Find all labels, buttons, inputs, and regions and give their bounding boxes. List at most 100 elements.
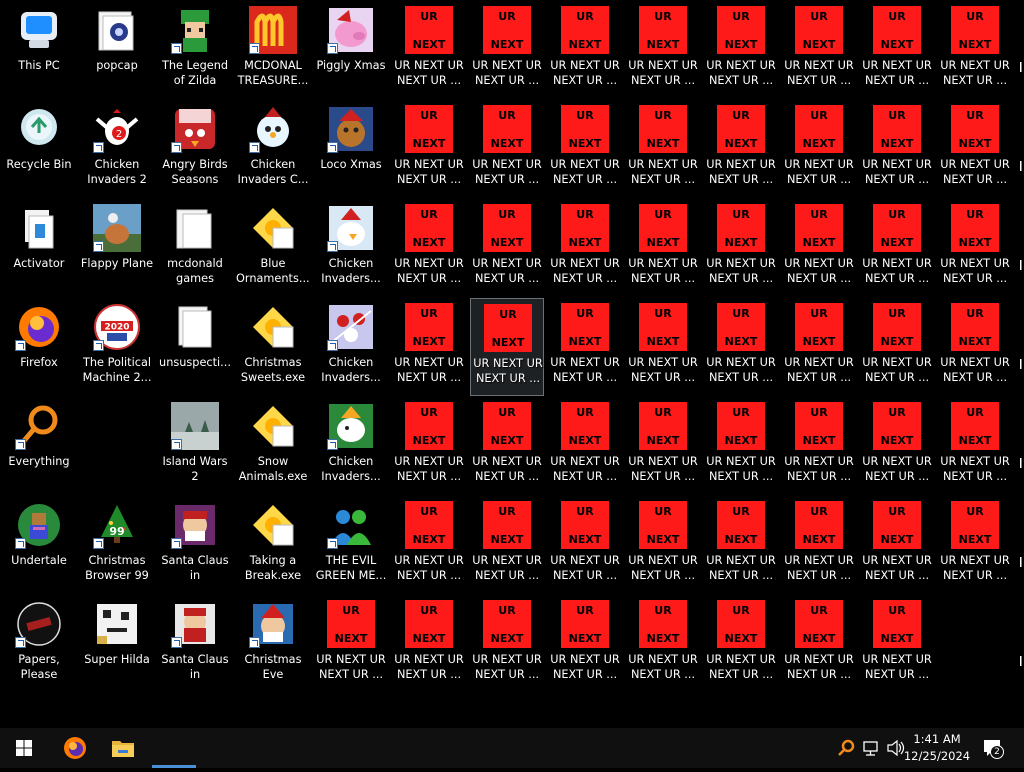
desktop-icon-activator[interactable]: Activator bbox=[2, 199, 76, 297]
desktop-icon-firefox[interactable]: Firefox bbox=[2, 298, 76, 396]
desktop-icon-ur-next[interactable]: UR NEXT UR NEXT UR NEXT UR ... bbox=[782, 1, 856, 99]
desktop-icon-piggly-xmas[interactable]: Piggly Xmas bbox=[314, 1, 388, 99]
desktop-icon-santa-claus-trouble-again[interactable]: Santa Claus in Trouble... A... bbox=[158, 595, 232, 693]
desktop-icon-ur-next[interactable]: UR NEXT UR NEXT UR NEXT UR ... bbox=[392, 100, 466, 198]
taskbar-firefox[interactable] bbox=[52, 728, 98, 768]
desktop-icon-ur-next[interactable]: UR NEXT UR NEXT UR NEXT UR ... bbox=[938, 397, 1012, 495]
desktop-icon-ur-next[interactable]: UR NEXT UR NEXT UR NEXT UR ... bbox=[626, 496, 700, 594]
desktop-icon-loco-xmas[interactable]: Loco Xmas bbox=[314, 100, 388, 198]
desktop-icon-ur-next[interactable]: UR NEXT UR NEXT UR NEXT UR ... bbox=[392, 397, 466, 495]
desktop-icon-evil-green-messenger[interactable]: THE EVIL GREEN ME... bbox=[314, 496, 388, 594]
tray-network[interactable] bbox=[860, 728, 882, 768]
desktop-icon-ur-next[interactable]: UR NEXT UR NEXT UR NEXT UR ... bbox=[392, 199, 466, 297]
desktop-icon-undertale[interactable]: Undertale bbox=[2, 496, 76, 594]
desktop-icon-ur-next[interactable]: UR NEXT UR NEXT UR NEXT UR ... bbox=[938, 496, 1012, 594]
start-button[interactable] bbox=[0, 728, 48, 768]
desktop-icon-ur-next[interactable]: UR NEXT UR NEXT UR NEXT UR ... bbox=[626, 397, 700, 495]
desktop-icon-ur-next[interactable]: UR NEXT UR NEXT UR NEXT UR ... bbox=[704, 397, 778, 495]
desktop-icon-ur-next[interactable]: UR NEXT UR NEXT UR NEXT UR ... bbox=[470, 397, 544, 495]
desktop-icon-chicken-invaders-christmas[interactable]: Chicken Invaders C... bbox=[236, 100, 310, 198]
desktop-icon-ur-next[interactable]: UR NEXT UR NEXT UR NEXT UR ... bbox=[470, 496, 544, 594]
desktop-icon-ur-next[interactable]: UR NEXT UR NEXT UR NEXT UR ... bbox=[548, 397, 622, 495]
desktop-icon-ur-next[interactable]: UR NEXT UR NEXT UR NEXT UR ... bbox=[548, 199, 622, 297]
desktop-icon-ur-next[interactable]: UR NEXT UR NEXT UR NEXT UR ... bbox=[782, 595, 856, 693]
desktop-icon-ur-next[interactable]: UR NEXT UR NEXT UR NEXT UR ... bbox=[392, 595, 466, 693]
desktop-icon-ur-next[interactable]: UR NEXT UR NEXT UR NEXT UR ... bbox=[626, 595, 700, 693]
desktop-icon-ur-next[interactable]: UR NEXT UR NEXT UR NEXT UR ... bbox=[704, 100, 778, 198]
action-center-button[interactable]: 2 bbox=[978, 728, 1008, 768]
taskbar-file-explorer[interactable] bbox=[100, 728, 146, 768]
desktop-icon-chicken-invaders-4[interactable]: Chicken Invaders... bbox=[314, 298, 388, 396]
desktop-icon-ur-next[interactable]: UR NEXT UR NEXT UR NEXT UR ... bbox=[470, 100, 544, 198]
desktop-icon-ur-next[interactable]: UR NEXT UR NEXT UR NEXT UR ... bbox=[470, 199, 544, 297]
desktop-icon-ur-next[interactable]: UR NEXT UR NEXT UR NEXT UR ... bbox=[704, 199, 778, 297]
desktop-icon-christmas-browser[interactable]: 99 Christmas Browser 99 bbox=[80, 496, 154, 594]
desktop-icon-ur-next[interactable]: UR NEXT UR NEXT UR NEXT UR ... bbox=[938, 199, 1012, 297]
desktop-icon-recycle-bin[interactable]: Recycle Bin bbox=[2, 100, 76, 198]
desktop-icon-ur-next[interactable]: UR NEXT UR NEXT UR NEXT UR ... bbox=[548, 1, 622, 99]
desktop-icon-ur-next[interactable]: UR NEXT UR NEXT UR NEXT UR ... bbox=[782, 397, 856, 495]
desktop-icon-ur-next[interactable]: UR NEXT UR NEXT UR NEXT UR ... bbox=[704, 1, 778, 99]
desktop-icon-ur-next[interactable]: UR NEXT UR NEXT UR NEXT UR ... bbox=[392, 298, 466, 396]
desktop-icon-snow-animals-exe[interactable]: Snow Animals.exe bbox=[236, 397, 310, 495]
desktop-icon-everything-search[interactable]: Everything bbox=[2, 397, 76, 495]
desktop-icon-legend-of-zilda[interactable]: The Legend of Zilda bbox=[158, 1, 232, 99]
desktop-icon-ur-next[interactable]: UR NEXT UR NEXT UR NEXT UR ... bbox=[782, 496, 856, 594]
desktop-icon-ur-next[interactable]: UR NEXT UR NEXT UR NEXT UR ... bbox=[938, 1, 1012, 99]
desktop[interactable]: This PC Recycle Bin Activator Firefox Everyt… bbox=[0, 0, 1024, 728]
desktop-icon-christmas-sweets-exe[interactable]: Christmas Sweets.exe bbox=[236, 298, 310, 396]
desktop-icon-ur-next[interactable]: UR NEXT UR NEXT UR NEXT UR ... bbox=[860, 100, 934, 198]
desktop-icon-ur-next[interactable]: UR NEXT UR NEXT UR NEXT UR ... bbox=[626, 199, 700, 297]
desktop-icon-ur-next[interactable]: UR NEXT UR NEXT UR NEXT UR ... bbox=[938, 298, 1012, 396]
desktop-icon-santa-claus-trouble[interactable]: Santa Claus in Trouble bbox=[158, 496, 232, 594]
desktop-icon-ur-next[interactable]: UR NEXT UR NEXT UR NEXT UR ... bbox=[392, 1, 466, 99]
desktop-icon-ur-next[interactable]: UR NEXT UR NEXT UR NEXT UR ... bbox=[470, 298, 544, 396]
desktop-icon-ur-next[interactable]: UR NEXT UR NEXT UR NEXT UR ... bbox=[626, 100, 700, 198]
desktop-icon-label: UR NEXT UR NEXT UR ... bbox=[628, 653, 698, 681]
desktop-icon-super-hilda[interactable]: Super Hilda bbox=[80, 595, 154, 693]
desktop-icon-ur-next[interactable]: UR NEXT UR NEXT UR NEXT UR ... bbox=[548, 100, 622, 198]
desktop-icon-ur-next[interactable]: UR NEXT UR NEXT UR NEXT UR ... bbox=[470, 595, 544, 693]
desktop-icon-taking-a-break-exe[interactable]: Taking a Break.exe bbox=[236, 496, 310, 594]
desktop-icon-angry-birds-seasons[interactable]: Angry Birds Seasons bbox=[158, 100, 232, 198]
tray-everything[interactable] bbox=[836, 728, 858, 768]
desktop-icon-papers-please[interactable]: Papers, Please bbox=[2, 595, 76, 693]
desktop-icon-ur-next[interactable]: UR NEXT UR NEXT UR NEXT UR ... bbox=[548, 496, 622, 594]
desktop-icon-unsuspecting-file[interactable]: unsuspecti... bbox=[158, 298, 232, 396]
desktop-icon-ur-next[interactable]: UR NEXT UR NEXT UR NEXT UR ... bbox=[860, 199, 934, 297]
desktop-icon-ur-next[interactable]: UR NEXT UR NEXT UR NEXT UR ... bbox=[314, 595, 388, 693]
desktop-icon-ur-next[interactable]: UR NEXT UR NEXT UR NEXT UR ... bbox=[392, 496, 466, 594]
ur-next-icon-bottom-text: NEXT bbox=[568, 533, 602, 546]
desktop-icon-chicken-invaders-3[interactable]: Chicken Invaders... bbox=[314, 199, 388, 297]
desktop-icon-ur-next[interactable]: UR NEXT UR NEXT UR NEXT UR ... bbox=[860, 397, 934, 495]
desktop-icon-ur-next[interactable]: UR NEXT UR NEXT UR NEXT UR ... bbox=[470, 1, 544, 99]
desktop-icon-ur-next[interactable]: UR NEXT UR NEXT UR NEXT UR ... bbox=[704, 298, 778, 396]
desktop-icon-ur-next[interactable]: UR NEXT UR NEXT UR NEXT UR ... bbox=[938, 100, 1012, 198]
desktop-icon-ur-next[interactable]: UR NEXT UR NEXT UR NEXT UR ... bbox=[860, 496, 934, 594]
desktop-icon-blue-ornaments-exe[interactable]: Blue Ornaments.... bbox=[236, 199, 310, 297]
desktop-icon-flappy-plane[interactable]: Flappy Plane bbox=[80, 199, 154, 297]
desktop-icon-ur-next[interactable]: UR NEXT UR NEXT UR NEXT UR ... bbox=[548, 595, 622, 693]
desktop-icon-ur-next[interactable]: UR NEXT UR NEXT UR NEXT UR ... bbox=[860, 1, 934, 99]
desktop-icon-ur-next[interactable]: UR NEXT UR NEXT UR NEXT UR ... bbox=[626, 1, 700, 99]
desktop-icon-christmas-eve-crisis[interactable]: Christmas Eve Crisis bbox=[236, 595, 310, 693]
desktop-icon-political-machine[interactable]: 2020 The Political Machine 2... bbox=[80, 298, 154, 396]
desktop-icon-ur-next[interactable]: UR NEXT UR NEXT UR NEXT UR ... bbox=[860, 298, 934, 396]
desktop-icon-island-wars[interactable]: Island Wars 2 Xmas bbox=[158, 397, 232, 495]
desktop-icon-popcap-folder[interactable]: popcap bbox=[80, 1, 154, 99]
taskbar-clock[interactable]: 1:41 AM 12/25/2024 bbox=[902, 731, 972, 765]
desktop-icon-chicken-invaders-5[interactable]: Chicken Invaders... bbox=[314, 397, 388, 495]
desktop-icon-ur-next[interactable]: UR NEXT UR NEXT UR NEXT UR ... bbox=[782, 100, 856, 198]
desktop-icon-ur-next[interactable]: UR NEXT UR NEXT UR NEXT UR ... bbox=[626, 298, 700, 396]
desktop-icon-ur-next[interactable]: UR NEXT UR NEXT UR NEXT UR ... bbox=[782, 199, 856, 297]
desktop-icon-ur-next[interactable]: UR NEXT UR NEXT UR NEXT UR ... bbox=[548, 298, 622, 396]
desktop-icon-ur-next[interactable]: UR NEXT UR NEXT UR NEXT UR ... bbox=[860, 595, 934, 693]
desktop-icon-ur-next[interactable]: UR NEXT UR NEXT UR NEXT UR ... bbox=[704, 496, 778, 594]
desktop-icon-ur-next[interactable]: UR NEXT UR NEXT UR NEXT UR ... bbox=[782, 298, 856, 396]
desktop-icon-mcdonalds-logo[interactable]: MCDONAL TREASURE... bbox=[236, 1, 310, 99]
desktop-icon-ur-next[interactable]: UR NEXT UR NEXT UR NEXT UR ... bbox=[704, 595, 778, 693]
desktop-icon-chicken-invaders-2[interactable]: 2 Chicken Invaders 2 bbox=[80, 100, 154, 198]
ur-next-icon: UR NEXT bbox=[483, 105, 531, 153]
desktop-icon-this-pc[interactable]: This PC bbox=[2, 1, 76, 99]
desktop-icon-mcdonald-games-folder[interactable]: mcdonald games bbox=[158, 199, 232, 297]
